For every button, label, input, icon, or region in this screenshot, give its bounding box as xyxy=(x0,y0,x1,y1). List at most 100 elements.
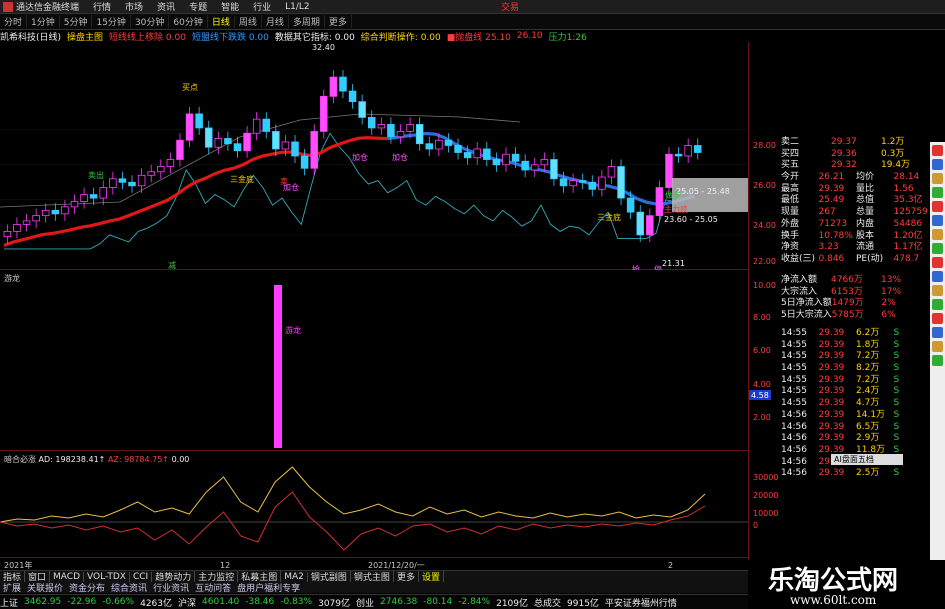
candle xyxy=(51,209,60,215)
candle xyxy=(530,164,539,171)
func2-1[interactable]: 关联报价 xyxy=(24,582,66,593)
quote-value-2: 125759 xyxy=(893,207,928,218)
status-item-11: 2746.38 xyxy=(380,597,418,607)
side-tool-icon[interactable] xyxy=(932,187,943,198)
func-8[interactable]: MA2 xyxy=(281,571,308,582)
main-kline-panel[interactable]: 买点 卖出 三金底 加仓 加仓 加仓 三金底 主力底 25.05 - 25.48 23.60 - … xyxy=(0,42,748,270)
tick-vol: 7.2万 xyxy=(856,374,880,385)
side-tool-icon[interactable] xyxy=(932,271,943,282)
tick-side: S xyxy=(893,351,900,362)
tab-5[interactable]: 60分钟 xyxy=(169,15,208,28)
quote-value: 26.21 xyxy=(818,172,845,183)
side-tool-icon[interactable] xyxy=(932,215,943,226)
func-1[interactable]: 窗口 xyxy=(25,571,51,582)
flow-row: 5日净流入额 1479万 2% xyxy=(781,298,931,310)
func-9[interactable]: 钢式副图 xyxy=(308,571,351,582)
menu-5[interactable]: 行业 xyxy=(253,0,271,13)
menu-0[interactable]: 行情 xyxy=(93,0,111,13)
tab-10[interactable]: 更多 xyxy=(325,15,352,28)
side-tool-icon[interactable] xyxy=(932,145,943,156)
tick-side: S xyxy=(893,363,900,374)
tick-side: S xyxy=(893,409,900,420)
func-12[interactable]: 设置 xyxy=(419,571,444,582)
candle xyxy=(137,174,146,187)
indicator-4: 综合判断操作: 0.00 xyxy=(360,32,441,43)
flow-value: 4766万 xyxy=(831,275,863,285)
func-11[interactable]: 更多 xyxy=(394,571,419,582)
func2-2[interactable]: 资金分布 xyxy=(66,582,108,593)
price-axis: 28.00 26.00 24.00 22.00 10.00 8.00 6.00 4.00 2.0… xyxy=(749,141,778,530)
kline-chart[interactable]: 买点卖出 三金底加仓加仓 加仓三金底主力底25.05 - 25.4823.60 - … xyxy=(0,42,748,270)
side-tool-icon[interactable] xyxy=(932,173,943,184)
side-tool-icon[interactable] xyxy=(932,243,943,254)
func-2[interactable]: MACD xyxy=(50,571,85,582)
func2-5[interactable]: 互动问答 xyxy=(192,582,234,593)
osc-tick-3: 0 xyxy=(753,521,758,530)
func-0[interactable]: 指标 xyxy=(0,571,26,582)
tab-4[interactable]: 30分钟 xyxy=(131,15,170,28)
side-tool-icon[interactable] xyxy=(932,355,943,366)
tab-8[interactable]: 月线 xyxy=(262,15,289,28)
side-tool-icon[interactable] xyxy=(932,327,943,338)
candle xyxy=(626,197,635,213)
func-7[interactable]: 私募主图 xyxy=(238,571,282,582)
annotation-6: 三金底 xyxy=(597,212,621,222)
oscillator-panel[interactable]: 暗合必涨 AD: 198238.41↑ AZ: 98784.75↑ 0.00 xyxy=(0,452,748,558)
side-tool-icon[interactable] xyxy=(932,341,943,352)
quote-row: 净资 3.23 流通 1.17亿 xyxy=(781,242,931,254)
func2-4[interactable]: 行业资讯 xyxy=(150,582,192,593)
tab-0[interactable]: 分时 xyxy=(0,15,28,28)
annotation-1: 卖出 xyxy=(88,170,104,180)
tick-row: 14:56 29.39 14.1万 S xyxy=(781,410,931,422)
quote-label: 买四 xyxy=(781,148,800,159)
tab-7[interactable]: 周线 xyxy=(235,15,262,28)
quote-value-2: 1.56 xyxy=(893,183,914,194)
func-5[interactable]: 趋势动力 xyxy=(152,571,196,582)
youlong-chart[interactable]: 游龙 xyxy=(0,271,748,451)
candle xyxy=(61,206,69,215)
func2-6[interactable]: 盘用户福利专享 xyxy=(234,582,303,593)
func2-3[interactable]: 综合资讯 xyxy=(108,582,150,593)
candle xyxy=(377,124,386,129)
menu-1[interactable]: 市场 xyxy=(125,0,143,13)
func2-0[interactable]: 扩展 xyxy=(0,582,24,593)
left-label: 减 xyxy=(168,260,176,270)
oscillator-chart[interactable] xyxy=(0,452,748,558)
tick-side: S xyxy=(893,398,900,409)
candle xyxy=(252,118,261,134)
quote-value: 29.36 xyxy=(831,148,857,159)
candle xyxy=(300,155,309,169)
quote-row: 最低 25.49 总值 35.3亿 xyxy=(781,195,931,207)
func-10[interactable]: 钢式主图 xyxy=(351,571,394,582)
side-tool-icon[interactable] xyxy=(932,159,943,170)
youlong-panel[interactable]: 游龙 游龙 xyxy=(0,271,748,451)
candle xyxy=(444,139,453,146)
side-tool-icon[interactable] xyxy=(932,313,943,324)
menu-4[interactable]: 智能 xyxy=(221,0,239,13)
status-item-6: 4601.40 xyxy=(202,597,240,607)
side-tool-icon[interactable] xyxy=(932,229,943,240)
tab-3[interactable]: 15分钟 xyxy=(92,15,131,28)
side-tool-icon[interactable] xyxy=(932,285,943,296)
oscillator-label: 暗合必涨 xyxy=(4,455,36,464)
func-4[interactable]: CCI xyxy=(130,571,153,582)
tab-6[interactable]: 日线 xyxy=(208,15,235,28)
tab-2[interactable]: 5分钟 xyxy=(60,15,93,28)
side-tool-icon[interactable] xyxy=(932,201,943,212)
func-6[interactable]: 主力监控 xyxy=(195,571,239,582)
trade-menu[interactable]: 交易 xyxy=(501,0,519,13)
menu-2[interactable]: 资讯 xyxy=(157,0,175,13)
flow-label: 大宗流入 xyxy=(781,286,818,297)
ai-popup[interactable]: AI盘面五档 xyxy=(831,454,903,465)
tick-row: 14:55 29.39 7.2万 S xyxy=(781,351,931,363)
quote-label: 现量 xyxy=(781,207,800,218)
side-tool-icon[interactable] xyxy=(932,257,943,268)
menu-6[interactable]: L1/L2 xyxy=(285,2,310,12)
tab-1[interactable]: 1分钟 xyxy=(27,15,60,28)
side-toolbar[interactable] xyxy=(930,142,945,566)
tab-9[interactable]: 多周期 xyxy=(289,15,325,28)
candle xyxy=(22,220,31,225)
side-tool-icon[interactable] xyxy=(932,299,943,310)
func-3[interactable]: VOL-TDX xyxy=(84,571,130,582)
menu-3[interactable]: 专题 xyxy=(189,0,207,13)
